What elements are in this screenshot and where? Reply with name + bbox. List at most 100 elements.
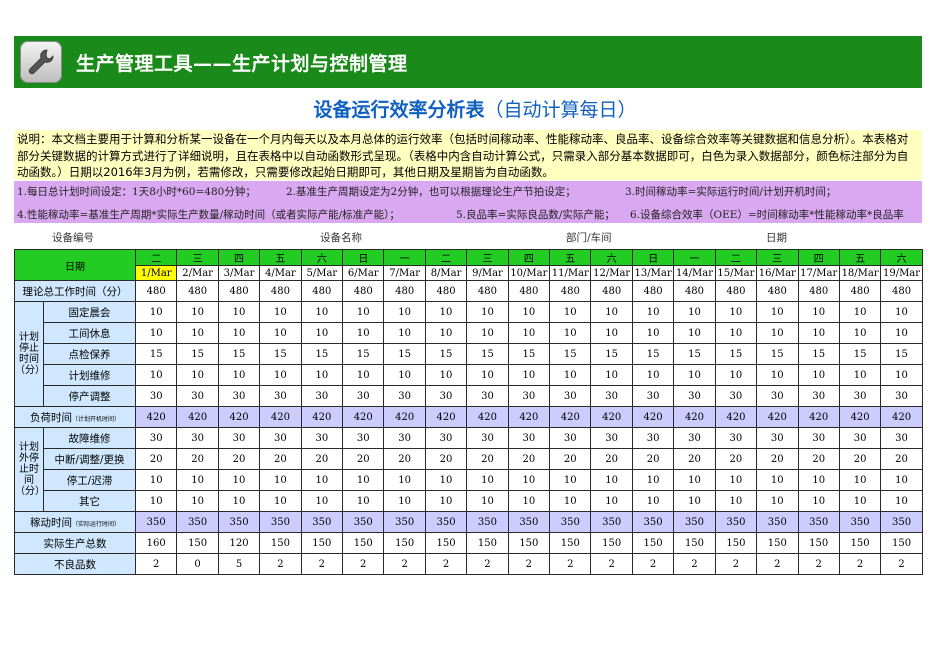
table-cell: 480 [259, 280, 302, 302]
table-cell: 10 [590, 322, 633, 344]
weekday-cell: 六 [880, 249, 923, 266]
table-cell: 10 [259, 490, 302, 512]
table-cell: 420 [300, 406, 344, 428]
weekday-cell: 日 [342, 249, 385, 266]
document-title: 设备运行效率分析表（自动计算每日） [0, 95, 950, 122]
table-cell: 10 [383, 322, 426, 344]
table-cell: 30 [838, 427, 882, 449]
table-cell: 10 [217, 322, 261, 344]
table-cell: 420 [549, 406, 592, 428]
table-cell: 10 [549, 490, 592, 512]
table-cell: 350 [590, 511, 633, 533]
table-cell: 20 [176, 448, 219, 470]
table-cell: 10 [424, 301, 468, 323]
planned-stop-item-label: 点检保养 [43, 343, 136, 365]
table-cell: 10 [631, 469, 675, 491]
table-cell: 10 [673, 322, 716, 344]
load-time-row-label-text: 负荷时间 [29, 411, 72, 424]
date-cell: 7/Mar [383, 265, 426, 281]
table-cell: 10 [466, 301, 509, 323]
table-cell: 480 [176, 280, 219, 302]
weekday-cell: 三 [756, 249, 799, 266]
table-cell: 150 [631, 532, 675, 554]
load-time-row-label-note: （计划开机时间） [71, 415, 120, 423]
table-cell: 10 [797, 469, 840, 491]
table-cell: 10 [714, 364, 758, 386]
table-cell: 10 [714, 490, 758, 512]
table-cell: 20 [134, 448, 178, 470]
date-cell[interactable]: 1/Mar [134, 265, 178, 281]
table-cell: 15 [466, 343, 509, 365]
table-cell: 420 [838, 406, 882, 428]
table-cell: 10 [383, 364, 426, 386]
weekday-cell: 五 [838, 249, 882, 266]
table-cell: 30 [756, 385, 799, 407]
table-cell: 20 [342, 448, 385, 470]
date-row: 1/Mar 2/Mar 3/Mar 4/Mar 5/Mar 6/Mar 7/Mar 8/Mar… [15, 265, 923, 281]
table-cell: 20 [838, 448, 882, 470]
planned-stop-row: 计划停止时间（分） 固定晨会 10 10 10 10 10 10 10 10 10 10 10 10 10 1… [14, 301, 923, 407]
table-cell: 10 [383, 490, 426, 512]
table-cell: 30 [259, 385, 302, 407]
table-cell: 420 [673, 406, 716, 428]
table-cell: 20 [631, 448, 675, 470]
date-cell: 3/Mar [217, 265, 261, 281]
table-cell: 10 [342, 364, 385, 386]
table-cell: 30 [880, 427, 923, 449]
table-cell: 10 [714, 301, 758, 323]
table-cell: 10 [134, 364, 178, 386]
table-cell: 420 [176, 406, 219, 428]
table-cell: 420 [756, 406, 799, 428]
table-cell: 150 [507, 532, 551, 554]
table-cell: 2 [590, 553, 633, 575]
date-cell: 15/Mar [714, 265, 758, 281]
table-cell: 150 [424, 532, 468, 554]
table-cell: 350 [756, 511, 799, 533]
table-cell: 20 [383, 448, 426, 470]
table-cell: 2 [838, 553, 882, 575]
table-cell: 150 [797, 532, 840, 554]
run-time-row: 稼动时间（实际运行时间） 350 350 350 350 350 350 350 350 350 3… [14, 511, 923, 533]
date-cell: 8/Mar [424, 265, 468, 281]
table-cell: 10 [838, 364, 882, 386]
table-cell: 15 [880, 343, 923, 365]
date-cell: 14/Mar [673, 265, 716, 281]
table-cell: 15 [424, 343, 468, 365]
table-cell: 480 [838, 280, 882, 302]
table-cell: 2 [756, 553, 799, 575]
date-cell: 17/Mar [797, 265, 840, 281]
table-cell: 20 [217, 448, 261, 470]
table-cell: 30 [300, 427, 344, 449]
table-cell: 15 [756, 343, 799, 365]
table-cell: 420 [259, 406, 302, 428]
table-cell: 10 [756, 469, 799, 491]
table-cell: 10 [217, 469, 261, 491]
table-cell: 10 [714, 469, 758, 491]
weekday-cell: 一 [383, 249, 426, 266]
table-cell: 150 [383, 532, 426, 554]
table-cell: 30 [383, 385, 426, 407]
table-cell: 2 [342, 553, 385, 575]
table-cell: 20 [880, 448, 923, 470]
table-cell: 30 [134, 385, 178, 407]
table-cell: 30 [176, 385, 219, 407]
unplanned-stop-row: 计划外停止时间（分） 故障维修 30 30 30 30 30 30 30 30 30 30 30 30 30… [14, 427, 923, 512]
table-cell: 2 [466, 553, 509, 575]
date-header: 日期 [14, 249, 136, 281]
date-cell: 5/Mar [300, 265, 344, 281]
note-5: 5.良品率=实际良品数/实际产能； [456, 209, 615, 221]
note-6: 6.设备综合效率（OEE）=时间稼动率*性能稼动率*良品率 [630, 209, 904, 221]
unplanned-stop-row: 停工/迟滞 10 10 10 10 10 10 10 10 10 10 10 10 10 10 10 10 10 1… [15, 469, 923, 491]
planned-stop-row: 停产调整 30 30 30 30 30 30 30 30 30 30 30 30 30 30 30 30 30 30… [15, 385, 923, 407]
table-cell: 160 [134, 532, 178, 554]
table-cell: 480 [673, 280, 716, 302]
table-cell: 2 [259, 553, 302, 575]
table-cell: 420 [714, 406, 758, 428]
table-cell: 480 [217, 280, 261, 302]
table-cell: 480 [424, 280, 468, 302]
equipment-no-label: 设备编号 [52, 232, 94, 244]
banner-title: 生产管理工具——生产计划与控制管理 [76, 53, 408, 75]
table-cell: 10 [259, 364, 302, 386]
run-time-row-label: 稼动时间（实际运行时间） [14, 511, 136, 533]
table-cell: 10 [756, 322, 799, 344]
